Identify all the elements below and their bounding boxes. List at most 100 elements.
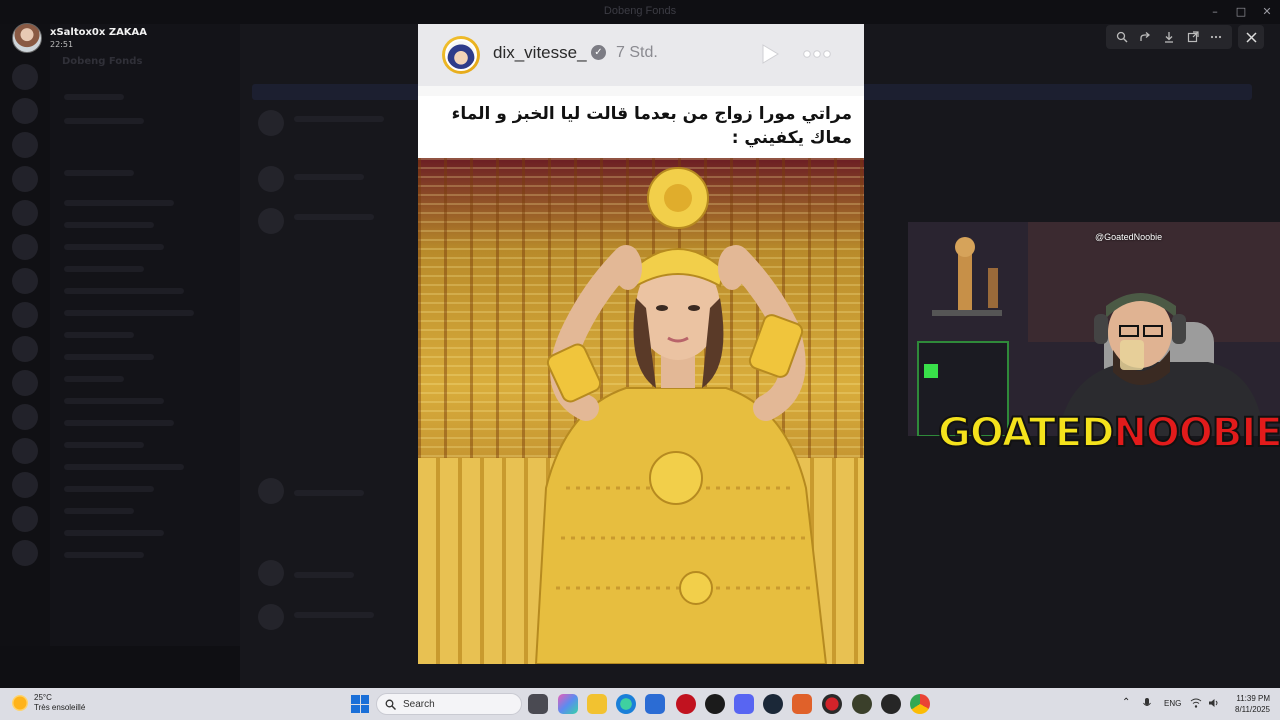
edge-icon[interactable] — [616, 694, 636, 714]
download-button[interactable] — [1159, 27, 1179, 47]
copilot-icon[interactable] — [558, 694, 578, 714]
server-icon[interactable] — [12, 268, 38, 294]
channel-item[interactable] — [64, 118, 144, 124]
server-icon[interactable] — [12, 200, 38, 226]
channel-item[interactable] — [64, 398, 164, 404]
app-record-icon[interactable] — [822, 694, 842, 714]
message-text — [294, 116, 384, 122]
channel-item[interactable] — [64, 354, 154, 360]
window-title: Dobeng Fonds — [603, 5, 677, 17]
channel-item[interactable] — [64, 420, 174, 426]
steam-icon[interactable] — [763, 694, 783, 714]
app-dark-icon[interactable] — [705, 694, 725, 714]
server-icon[interactable] — [12, 370, 38, 396]
server-icon[interactable] — [12, 540, 38, 566]
channel-item[interactable] — [64, 94, 124, 100]
server-icon[interactable] — [12, 438, 38, 464]
webcam-feed — [908, 222, 1280, 436]
wifi-icon[interactable] — [1190, 698, 1202, 708]
windows-logo-icon — [351, 695, 360, 704]
file-explorer-icon[interactable] — [587, 694, 607, 714]
channel-item[interactable] — [64, 266, 144, 272]
server-icon[interactable] — [12, 506, 38, 532]
story-username[interactable]: dix_vitesse_ — [493, 43, 587, 63]
server-icon[interactable] — [12, 404, 38, 430]
channel-item[interactable] — [64, 310, 194, 316]
message-avatar[interactable] — [258, 166, 284, 192]
weather-temperature: 25°C — [34, 693, 52, 702]
message-avatar[interactable] — [258, 478, 284, 504]
taskbar-search[interactable]: Search — [376, 693, 522, 715]
channel-item[interactable] — [64, 442, 144, 448]
chrome-icon[interactable] — [910, 694, 930, 714]
channel-item[interactable] — [64, 486, 154, 492]
channel-item[interactable] — [64, 376, 124, 382]
zoom-button[interactable] — [1112, 27, 1132, 47]
server-icon[interactable] — [12, 132, 38, 158]
server-icon[interactable] — [12, 472, 38, 498]
app-olive-icon[interactable] — [852, 694, 872, 714]
server-icon[interactable] — [12, 166, 38, 192]
server-icon[interactable] — [12, 336, 38, 362]
story-image[interactable]: dix_vitesse_ ✓ 7 Std. مراتي مورا زواج من… — [418, 24, 864, 664]
streamer-logo: GOATEDNOOBIE — [937, 409, 1280, 457]
story-play-button[interactable] — [758, 42, 782, 66]
start-button[interactable] — [351, 695, 369, 713]
minimize-button[interactable]: – — [1202, 0, 1228, 22]
weather-condition: Très ensoleillé — [34, 703, 86, 712]
server-icon[interactable] — [12, 64, 38, 90]
task-view-icon[interactable] — [528, 694, 548, 714]
open-external-button[interactable] — [1183, 27, 1203, 47]
channel-item[interactable] — [64, 530, 164, 536]
channel-item[interactable] — [64, 332, 134, 338]
channel-item[interactable] — [64, 464, 184, 470]
channel-item[interactable] — [64, 508, 134, 514]
message-text — [294, 612, 374, 618]
server-icon[interactable] — [12, 98, 38, 124]
message-avatar[interactable] — [258, 208, 284, 234]
streamer-tag: @GoatedNoobie — [1095, 232, 1163, 242]
close-viewer-button[interactable] — [1238, 25, 1264, 49]
server-name: Dobeng Fonds — [62, 56, 143, 67]
story-divider — [418, 86, 864, 96]
server-icon[interactable] — [12, 234, 38, 260]
logo-part-2: NOOBIE — [1112, 409, 1280, 457]
window-controls: – □ ✕ — [1202, 0, 1280, 24]
discord-icon[interactable] — [734, 694, 754, 714]
forward-button[interactable] — [1135, 27, 1155, 47]
channel-item[interactable] — [64, 552, 144, 558]
message-avatar[interactable] — [258, 604, 284, 630]
clock-date: 8/11/2025 — [1235, 705, 1270, 714]
channel-item[interactable] — [64, 222, 154, 228]
uploader-name[interactable]: xSaltox0x ZAKAA — [50, 27, 147, 38]
server-icon[interactable] — [12, 302, 38, 328]
download-icon — [1164, 32, 1173, 43]
app-orange-icon[interactable] — [792, 694, 812, 714]
channel-item[interactable] — [64, 244, 164, 250]
system-clock[interactable]: 11:39 PM 8/11/2025 — [1226, 693, 1270, 715]
zoom-icon — [1116, 31, 1128, 43]
window-close-button[interactable]: ✕ — [1254, 0, 1280, 22]
language-indicator[interactable]: ENG — [1164, 699, 1181, 708]
message-avatar[interactable] — [258, 560, 284, 586]
uploader-avatar[interactable] — [12, 23, 42, 53]
story-more-button[interactable] — [802, 42, 832, 66]
volume-icon[interactable] — [1208, 698, 1220, 708]
story-avatar[interactable] — [442, 36, 480, 74]
windows-taskbar: 25°C Très ensoleillé Search ⌃ ENG 11:39 … — [0, 688, 1280, 720]
webcam-scene — [908, 222, 1280, 436]
weather-widget[interactable]: 25°C Très ensoleillé — [12, 693, 85, 713]
store-icon[interactable] — [645, 694, 665, 714]
channel-item[interactable] — [64, 200, 174, 206]
app-gray-icon[interactable] — [881, 694, 901, 714]
app-red-icon[interactable] — [676, 694, 696, 714]
more-options-button[interactable] — [1206, 27, 1226, 47]
maximize-button[interactable]: □ — [1228, 0, 1254, 22]
story-age: 7 Std. — [616, 44, 658, 61]
message-avatar[interactable] — [258, 110, 284, 136]
tray-overflow-icon[interactable]: ⌃ — [1122, 697, 1130, 708]
play-icon — [762, 44, 779, 64]
channel-item[interactable] — [64, 170, 134, 176]
channel-item[interactable] — [64, 288, 184, 294]
microphone-icon[interactable] — [1142, 697, 1152, 710]
